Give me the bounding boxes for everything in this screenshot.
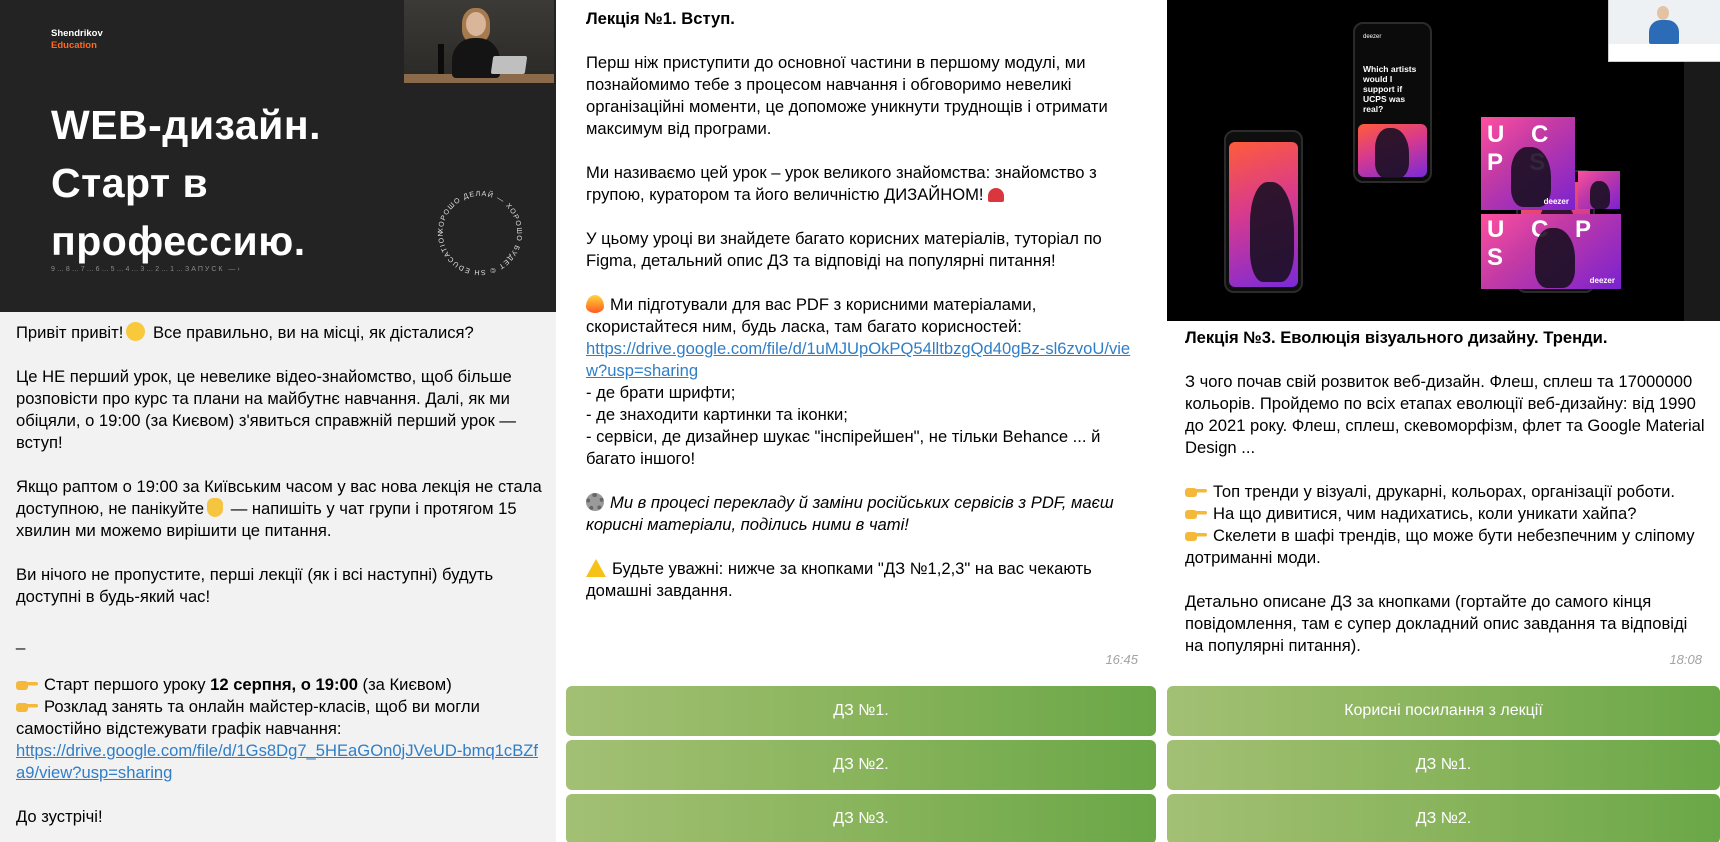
homework-1-button[interactable]: ДЗ №1. <box>566 686 1156 736</box>
pointing-hand-icon <box>16 703 38 712</box>
message-column-lecture-3: deezer Which artists would I support if … <box>1167 0 1720 842</box>
poster-card: U C P S deezer <box>1481 214 1621 289</box>
poster-card: U C P S deezer <box>1481 117 1575 210</box>
lecture-1-title: Лекція №1. Вступ. <box>586 9 735 28</box>
gear-emoji-icon <box>586 493 604 511</box>
countdown-text: 9…8…7…6…5…4…3…2…1…ЗАПУСК —› <box>51 266 242 273</box>
phone-mockup: deezer Which artists would I support if … <box>1353 22 1432 183</box>
course-title: WEB-дизайн. Старт в профессию. <box>51 102 322 264</box>
phone-mockup <box>1224 130 1303 293</box>
lecture-3-message-bubble: Лекція №3. Еволюція візуального дизайну.… <box>1167 321 1720 680</box>
poster-card <box>1578 171 1620 209</box>
pointing-hand-icon <box>16 681 38 690</box>
useful-links-button[interactable]: Корисні посилання з лекції <box>1167 686 1720 736</box>
pointing-hand-icon <box>1185 510 1207 519</box>
brand-logo: Shendrikov Education <box>51 28 103 52</box>
presenter-webcam <box>404 0 554 83</box>
lecture-1-message-bubble: Лекція №1. Вступ. Перш ніж приступити до… <box>566 0 1156 680</box>
course-cover-image[interactable]: Shendrikov Education WEB-дизайн. Старт в… <box>0 0 556 312</box>
pointing-hand-icon <box>1185 532 1207 541</box>
bullet-item: - де знаходити картинки та іконки; <box>586 405 848 424</box>
circular-slogan: ХОРОШО ДЕЛАЙ — ХОРОШО БУДЕТ © SH EDUCATI… <box>438 190 523 276</box>
message-timestamp: 16:45 <box>1105 652 1138 667</box>
lecture-3-video-preview[interactable]: deezer Which artists would I support if … <box>1167 0 1720 321</box>
brand-name: Shendrikov <box>51 28 103 39</box>
homework-2-button[interactable]: ДЗ №2. <box>1167 794 1720 842</box>
pdf-materials-link[interactable]: https://drive.google.com/file/d/1uMJUpOk… <box>586 339 1130 380</box>
brand-subname: Education <box>51 40 97 51</box>
homework-1-button[interactable]: ДЗ №1. <box>1167 740 1720 790</box>
message-timestamp: 18:08 <box>1669 652 1702 667</box>
raised-hand-emoji-icon <box>207 498 224 517</box>
schedule-link[interactable]: https://drive.google.com/file/d/1Gs8Dg7_… <box>16 741 538 782</box>
bullet-item: - сервіси, де дизайнер шукає "інспірейше… <box>586 427 1101 468</box>
message-column-lecture-1: Лекція №1. Вступ. Перш ніж приступити до… <box>566 0 1156 842</box>
homework-3-button[interactable]: ДЗ №3. <box>566 794 1156 842</box>
pointing-hand-icon <box>1185 488 1207 497</box>
bullet-item: - де брати шрифти; <box>586 383 736 402</box>
broken-heart-emoji-icon <box>987 188 1004 202</box>
fire-emoji-icon <box>586 295 604 313</box>
warning-emoji-icon <box>586 559 606 577</box>
presenter-webcam-thumbnail <box>1608 0 1720 62</box>
intro-message-text: Привіт привіт! Все правильно, ви на місц… <box>16 322 542 826</box>
lecture-3-title: Лекція №3. Еволюція візуального дизайну.… <box>1185 328 1608 347</box>
smile-emoji-icon <box>126 322 146 341</box>
homework-2-button[interactable]: ДЗ №2. <box>566 740 1156 790</box>
svg-text:ХОРОШО ДЕЛАЙ — ХОРОШО БУДЕТ ©: ХОРОШО ДЕЛАЙ — ХОРОШО БУДЕТ © SH EDUCATI… <box>438 190 523 276</box>
message-column-intro: Shendrikov Education WEB-дизайн. Старт в… <box>0 0 556 842</box>
